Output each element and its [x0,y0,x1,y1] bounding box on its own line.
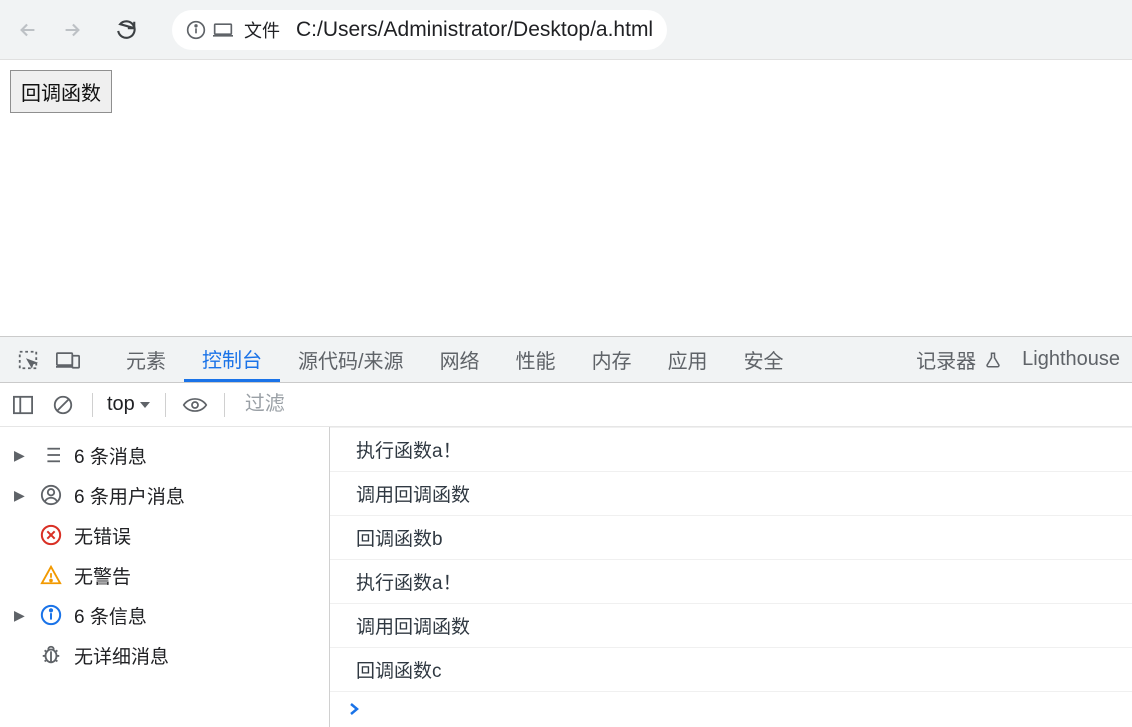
tab-console[interactable]: 控制台 [184,337,280,382]
page-viewport: 回调函数 [0,60,1132,336]
clear-console-icon[interactable] [48,390,78,420]
expand-arrow-icon: ▶ [14,607,28,624]
console-log-row[interactable]: 调用回调函数 [330,604,1132,648]
sidebar-label: 6 条消息 [74,442,147,469]
sidebar-item-user-messages[interactable]: ▶ 6 条用户消息 [0,475,329,515]
file-scheme-label: 文件 [244,17,280,43]
separator [92,393,93,417]
flask-icon [984,350,1002,370]
address-bar[interactable]: 文件 C:/Users/Administrator/Desktop/a.html [172,10,667,50]
toggle-sidebar-icon[interactable] [8,390,38,420]
live-expression-icon[interactable] [180,390,210,420]
device-toggle-icon[interactable] [48,337,88,382]
sidebar-label: 6 条用户消息 [74,482,185,509]
tab-recorder[interactable]: 记录器 [916,345,976,374]
url-text: C:/Users/Administrator/Desktop/a.html [296,18,653,42]
messages-icon [38,442,64,468]
element-picker-icon[interactable] [8,337,48,382]
console-toolbar: top [0,383,1132,427]
tab-network[interactable]: 网络 [422,337,498,382]
browser-toolbar: 文件 C:/Users/Administrator/Desktop/a.html [0,0,1132,60]
console-messages: 执行函数a！ 调用回调函数 回调函数b 执行函数a！ 调用回调函数 回调函数c [330,427,1132,727]
devtools-panel: 元素 控制台 源代码/来源 网络 性能 内存 应用 安全 记录器 Lightho… [0,336,1132,727]
tab-elements[interactable]: 元素 [108,337,184,382]
sidebar-item-messages[interactable]: ▶ 6 条消息 [0,435,329,475]
chevron-right-icon [348,702,360,716]
reload-button[interactable] [108,12,144,48]
device-icon [212,20,234,40]
forward-button[interactable] [54,12,90,48]
expand-arrow-icon: ▶ [14,487,28,504]
info-icon [186,20,206,40]
filter-input[interactable] [239,389,1124,420]
console-log-row[interactable]: 执行函数a！ [330,427,1132,472]
tab-security[interactable]: 安全 [726,337,802,382]
console-body: ▶ 6 条消息 ▶ 6 条用户消息 ▶ 无错误 [0,427,1132,727]
dropdown-icon [139,399,151,411]
console-prompt[interactable] [330,692,1132,726]
console-log-row[interactable]: 回调函数c [330,648,1132,692]
tab-application[interactable]: 应用 [650,337,726,382]
error-icon [38,522,64,548]
tab-performance[interactable]: 性能 [498,337,574,382]
sidebar-item-verbose[interactable]: ▶ 无详细消息 [0,635,329,675]
context-selector[interactable]: top [107,393,151,416]
sidebar-item-info[interactable]: ▶ 6 条信息 [0,595,329,635]
back-button[interactable] [10,12,46,48]
sidebar-label: 无错误 [74,522,131,549]
warning-icon [38,562,64,588]
sidebar-item-warnings[interactable]: ▶ 无警告 [0,555,329,595]
sidebar-item-errors[interactable]: ▶ 无错误 [0,515,329,555]
console-log-row[interactable]: 执行函数a！ [330,560,1132,604]
info-icon [38,602,64,628]
user-icon [38,482,64,508]
console-log-row[interactable]: 调用回调函数 [330,472,1132,516]
sidebar-label: 无详细消息 [74,642,169,669]
sidebar-label: 无警告 [74,562,131,589]
separator [224,393,225,417]
sidebar-label: 6 条信息 [74,602,147,629]
console-sidebar: ▶ 6 条消息 ▶ 6 条用户消息 ▶ 无错误 [0,427,330,727]
tab-lighthouse[interactable]: Lighthouse [1022,348,1120,371]
bug-icon [38,642,64,668]
expand-arrow-icon: ▶ [14,447,28,464]
context-label: top [107,393,135,416]
tab-sources[interactable]: 源代码/来源 [280,337,422,382]
console-log-row[interactable]: 回调函数b [330,516,1132,560]
tab-memory[interactable]: 内存 [574,337,650,382]
separator [165,393,166,417]
devtools-tab-bar: 元素 控制台 源代码/来源 网络 性能 内存 应用 安全 记录器 Lightho… [0,337,1132,383]
callback-button[interactable]: 回调函数 [10,70,112,113]
